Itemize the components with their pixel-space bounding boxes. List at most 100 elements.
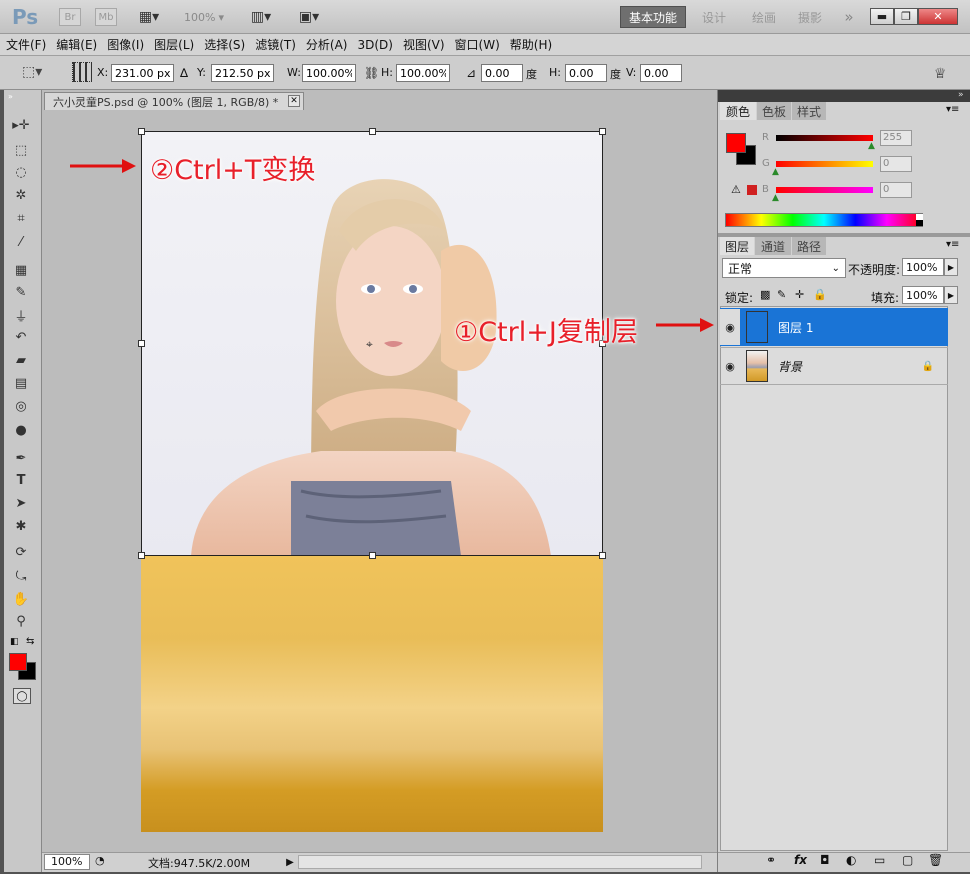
- lock-position-icon[interactable]: ✛: [795, 288, 804, 301]
- layer-name[interactable]: 背景: [778, 358, 802, 375]
- menu-image[interactable]: 图像(I): [107, 36, 144, 53]
- adjustment-icon[interactable]: ◐: [846, 853, 856, 867]
- layer-row-background[interactable]: ◉ 背景 🔒: [720, 347, 948, 385]
- link-icon[interactable]: ⛓: [364, 66, 379, 80]
- path-selection-tool-icon[interactable]: ➤: [8, 493, 34, 513]
- stamp-tool-icon[interactable]: ⏚: [8, 305, 34, 325]
- swap-colors-icon[interactable]: ⇆: [26, 636, 34, 647]
- eyedropper-tool-icon[interactable]: ⁄: [8, 232, 34, 252]
- menu-3d[interactable]: 3D(D): [357, 38, 392, 52]
- foreground-color-swatch[interactable]: [726, 133, 746, 153]
- transform-center-icon[interactable]: ⌖: [366, 337, 373, 352]
- slider-thumb-icon[interactable]: ▲: [772, 167, 779, 177]
- crop-tool-icon[interactable]: ⌗: [8, 208, 34, 228]
- color-spectrum-bar[interactable]: [725, 213, 923, 227]
- folder-icon[interactable]: ▭: [874, 853, 885, 867]
- blend-mode-select[interactable]: 正常 ⌄: [722, 258, 846, 278]
- screen-mode-button[interactable]: ▣▾: [292, 6, 326, 28]
- status-info-icon[interactable]: ◔: [95, 854, 105, 867]
- menu-window[interactable]: 窗口(W): [455, 36, 500, 53]
- minimize-button[interactable]: ▬: [870, 8, 894, 25]
- trash-icon[interactable]: 🗑: [928, 853, 943, 867]
- black-swatch[interactable]: [916, 220, 923, 226]
- 3d-orbit-tool-icon[interactable]: ⤿: [8, 566, 34, 586]
- zoom-tool-icon[interactable]: ⚲: [8, 611, 34, 631]
- menu-file[interactable]: 文件(F): [6, 36, 46, 53]
- x-input[interactable]: [111, 64, 174, 82]
- gamut-warning-icon[interactable]: ⚠: [731, 183, 741, 196]
- tab-swatches[interactable]: 色板: [757, 102, 791, 120]
- status-menu-arrow-icon[interactable]: ▶: [284, 854, 296, 870]
- lock-all-icon[interactable]: 🔒: [813, 288, 827, 301]
- menu-layer[interactable]: 图层(L): [154, 36, 194, 53]
- quick-mask-icon[interactable]: ◯: [13, 688, 31, 704]
- menu-analysis[interactable]: 分析(A): [306, 36, 348, 53]
- opacity-input[interactable]: 100%: [902, 258, 944, 276]
- transform-handle[interactable]: [138, 552, 145, 559]
- healing-tool-icon[interactable]: ▦: [8, 260, 34, 280]
- move-tool-icon[interactable]: ▸✛: [8, 115, 34, 135]
- eraser-tool-icon[interactable]: ▰: [8, 350, 34, 370]
- channel-g-value[interactable]: 0: [880, 156, 912, 172]
- hskew-input[interactable]: [565, 64, 607, 82]
- tab-channels[interactable]: 通道: [755, 237, 791, 255]
- workspace-design[interactable]: 设计: [694, 6, 734, 28]
- y-input[interactable]: [211, 64, 274, 82]
- transform-handle[interactable]: [138, 128, 145, 135]
- transform-handle[interactable]: [369, 552, 376, 559]
- more-workspaces-icon[interactable]: »: [836, 6, 862, 28]
- magic-wand-tool-icon[interactable]: ✲: [8, 185, 34, 205]
- menu-filter[interactable]: 滤镜(T): [255, 36, 296, 53]
- gamut-color-swatch[interactable]: [747, 185, 757, 195]
- slider-thumb-icon[interactable]: ▲: [772, 193, 779, 203]
- panel-menu-icon[interactable]: ▾≡: [946, 104, 959, 115]
- channel-r-slider[interactable]: [776, 135, 873, 141]
- transform-handle[interactable]: [369, 128, 376, 135]
- restore-button[interactable]: ❐: [894, 8, 918, 25]
- close-button[interactable]: ✕: [918, 8, 958, 25]
- transform-handle[interactable]: [599, 552, 606, 559]
- slider-thumb-icon[interactable]: ▲: [868, 141, 875, 151]
- shape-tool-icon[interactable]: ✱: [8, 516, 34, 536]
- menu-help[interactable]: 帮助(H): [510, 36, 552, 53]
- document-tab[interactable]: 六小灵童PS.psd @ 100% (图层 1, RGB/8) *: [44, 92, 304, 110]
- channel-b-value[interactable]: 0: [880, 182, 912, 198]
- dodge-tool-icon[interactable]: ●: [8, 420, 34, 440]
- opacity-slider-arrow-icon[interactable]: ▶: [944, 258, 958, 276]
- history-brush-tool-icon[interactable]: ↶: [8, 327, 34, 347]
- transform-handle[interactable]: [599, 128, 606, 135]
- eye-visibility-icon[interactable]: ◉: [720, 309, 740, 345]
- view-extras-button[interactable]: ▦▾: [132, 6, 166, 28]
- tab-layers[interactable]: 图层: [720, 237, 754, 255]
- default-colors-icon[interactable]: ◧: [10, 637, 19, 647]
- new-layer-icon[interactable]: ▢: [902, 853, 913, 867]
- foreground-color-swatch[interactable]: [9, 653, 27, 671]
- status-zoom-field[interactable]: 100%: [44, 854, 90, 870]
- width-input[interactable]: [302, 64, 356, 82]
- menu-edit[interactable]: 编辑(E): [56, 36, 97, 53]
- height-input[interactable]: [396, 64, 450, 82]
- tab-paths[interactable]: 路径: [792, 237, 826, 255]
- transform-tool-icon[interactable]: ⬚▾: [22, 64, 42, 80]
- channel-b-slider[interactable]: [776, 187, 873, 193]
- eye-visibility-icon[interactable]: ◉: [720, 348, 740, 384]
- collapse-icon[interactable]: »: [8, 92, 13, 101]
- lock-transparent-icon[interactable]: ▩: [760, 288, 770, 301]
- zoom-level-dropdown[interactable]: 100% ▾: [178, 6, 230, 28]
- warp-mode-icon[interactable]: ♕: [934, 66, 947, 82]
- lasso-tool-icon[interactable]: ◌: [8, 162, 34, 182]
- transform-handle[interactable]: [138, 340, 145, 347]
- horizontal-scrollbar[interactable]: [298, 855, 702, 869]
- blur-tool-icon[interactable]: ◎: [8, 396, 34, 416]
- menu-view[interactable]: 视图(V): [403, 36, 445, 53]
- fill-input[interactable]: 100%: [902, 286, 944, 304]
- layer-row-layer1[interactable]: ◉ 图层 1: [720, 308, 948, 346]
- tab-styles[interactable]: 样式: [792, 102, 826, 120]
- mini-bridge-button[interactable]: Mb: [95, 8, 117, 26]
- bridge-button[interactable]: Br: [59, 8, 81, 26]
- pen-tool-icon[interactable]: ✒: [8, 448, 34, 468]
- gradient-tool-icon[interactable]: ▤: [8, 373, 34, 393]
- channel-r-value[interactable]: 255: [880, 130, 912, 146]
- workspace-painting[interactable]: 绘画: [744, 6, 784, 28]
- workspace-essentials[interactable]: 基本功能: [620, 6, 686, 28]
